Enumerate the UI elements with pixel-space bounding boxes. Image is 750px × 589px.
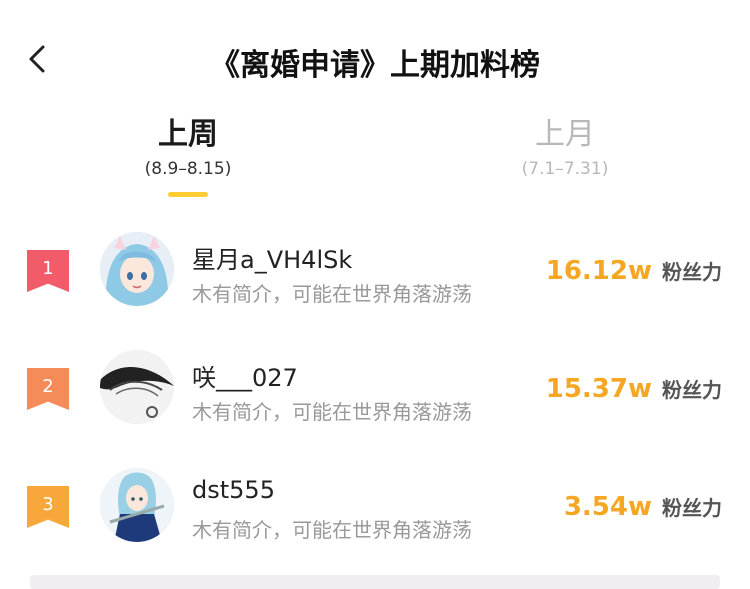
- tab-last-week-range: (8.9–8.15): [144, 159, 232, 179]
- page-title: 《离婚申请》上期加料榜: [210, 48, 540, 83]
- rank-badge: 1: [27, 250, 69, 292]
- period-tabs: 上周 (8.9–8.15) 上月 (7.1–7.31): [0, 115, 750, 205]
- fan-power-label: 粉丝力: [662, 378, 722, 402]
- user-bio: 木有简介，可能在世界角落游荡: [192, 400, 472, 424]
- avatar-image-icon: [100, 350, 174, 424]
- fan-power-label: 粉丝力: [662, 496, 722, 520]
- tab-last-week-label: 上周: [158, 117, 218, 152]
- avatar-image-icon: [100, 232, 174, 306]
- user-bio: 木有简介，可能在世界角落游荡: [192, 282, 472, 306]
- tab-last-month-range: (7.1–7.31): [521, 159, 609, 179]
- tab-last-month[interactable]: 上月 (7.1–7.31): [465, 115, 665, 179]
- user-name[interactable]: 咲___027: [192, 358, 298, 393]
- user-name[interactable]: dst555: [192, 476, 275, 504]
- tab-last-week[interactable]: 上周 (8.9–8.15): [88, 115, 288, 179]
- fan-power-value: 16.12w: [545, 256, 652, 286]
- avatar[interactable]: [100, 350, 174, 424]
- avatar[interactable]: [100, 468, 174, 542]
- user-bio: 木有简介，可能在世界角落游荡: [192, 518, 472, 542]
- fan-power-label: 粉丝力: [662, 260, 722, 284]
- fan-power-value: 15.37w: [545, 374, 652, 404]
- rank-badge: 2: [27, 368, 69, 410]
- fan-power: 16.12w 粉丝力: [546, 256, 722, 286]
- avatar[interactable]: [100, 232, 174, 306]
- tab-last-month-label: 上月: [535, 117, 595, 152]
- header: 《离婚申请》上期加料榜: [0, 0, 750, 120]
- user-name[interactable]: 星月a_VH4lSk: [192, 240, 352, 275]
- fan-power: 15.37w 粉丝力: [546, 374, 722, 404]
- active-tab-indicator: [168, 192, 208, 197]
- fan-power-value: 3.54w: [563, 492, 652, 522]
- avatar-image-icon: [100, 468, 174, 542]
- list-item[interactable]: 2 咲___027 木有简介，可能在世界角落游荡 15.37w 粉丝力: [0, 338, 750, 438]
- fan-power: 3.54w 粉丝力: [564, 492, 722, 522]
- list-item[interactable]: 1 星月a_VH4lSk 木有简介，可能在世界角落游荡 16.12w 粉丝力: [0, 220, 750, 320]
- rank-badge: 3: [27, 486, 69, 528]
- list-item[interactable]: 3 dst555 木有简介，可能在世界角落游荡 3.54w 粉丝力: [0, 456, 750, 556]
- bottom-bar: [30, 575, 720, 589]
